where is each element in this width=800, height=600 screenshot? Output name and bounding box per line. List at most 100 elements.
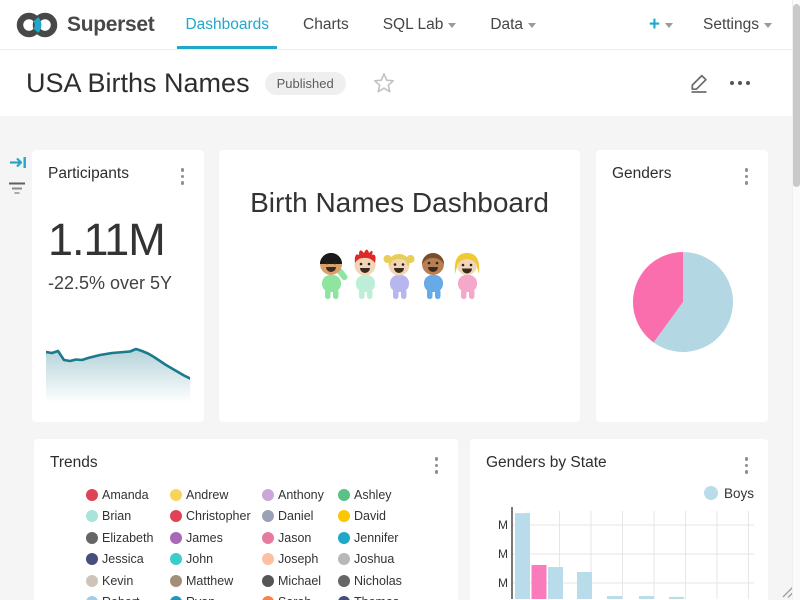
plus-icon: + xyxy=(649,15,660,34)
filter-list-icon xyxy=(8,181,26,196)
legend-item[interactable]: James xyxy=(170,531,262,545)
legend-item[interactable]: Amanda xyxy=(86,488,170,502)
legend-item[interactable]: Sarah xyxy=(262,595,338,600)
edit-dashboard-button[interactable] xyxy=(688,72,710,94)
legend-item[interactable]: Elizabeth xyxy=(86,531,170,545)
caret-down-icon xyxy=(764,23,772,28)
legend-item[interactable]: Christopher xyxy=(170,509,262,523)
card-title: Genders by State xyxy=(486,454,607,472)
legend-dot xyxy=(262,575,274,587)
kebab-menu-icon[interactable] xyxy=(741,454,753,477)
svg-text:3M: 3M xyxy=(498,576,508,590)
legend-label: Andrew xyxy=(186,488,228,502)
legend-dot xyxy=(170,510,182,522)
genders-by-state-bar-chart: 5M 4M 3M xyxy=(498,507,766,599)
infinity-logo-icon xyxy=(14,8,60,42)
superset-logo[interactable]: Superset xyxy=(14,0,154,49)
svg-text:5M: 5M xyxy=(498,518,508,532)
legend-item[interactable]: Ryan xyxy=(170,595,262,600)
kebab-menu-icon[interactable] xyxy=(741,165,753,188)
legend-dot xyxy=(338,532,350,544)
legend-label: Elizabeth xyxy=(102,531,153,545)
legend-item[interactable]: Jessica xyxy=(86,552,170,566)
legend-label: Anthony xyxy=(278,488,324,502)
legend-dot xyxy=(86,596,98,600)
legend-dot xyxy=(338,575,350,587)
nav-right: + Settings xyxy=(649,0,772,49)
card-trends: Trends AmandaAndrewAnthonyAshleyBrianChr… xyxy=(34,439,458,600)
legend-label: Jason xyxy=(278,531,311,545)
published-badge[interactable]: Published xyxy=(265,72,346,95)
legend-item[interactable]: Jennifer xyxy=(338,531,418,545)
legend-item[interactable]: Michael xyxy=(262,574,338,588)
legend-label: Daniel xyxy=(278,509,313,523)
legend-label: Michael xyxy=(278,574,321,588)
genders-pie-chart xyxy=(623,242,743,362)
nav-item-dashboards[interactable]: Dashboards xyxy=(177,0,277,49)
dashboard-header: USA Births Names Published xyxy=(0,50,800,116)
legend-item[interactable]: Thomas xyxy=(338,595,418,600)
legend-item[interactable]: Matthew xyxy=(170,574,262,588)
legend-item[interactable]: Robert xyxy=(86,595,170,600)
children-illustration xyxy=(219,246,580,302)
nav-item-data[interactable]: Data xyxy=(482,0,544,49)
legend-item[interactable]: Daniel xyxy=(262,509,338,523)
kebab-menu-icon[interactable] xyxy=(431,454,443,477)
settings-menu[interactable]: Settings xyxy=(703,16,772,34)
legend-dot xyxy=(262,510,274,522)
card-participants: Participants 1.11M -22.5% over 5Y xyxy=(32,150,204,422)
page-title: USA Births Names xyxy=(26,68,250,99)
legend-dot xyxy=(704,486,718,500)
legend-item[interactable]: John xyxy=(170,552,262,566)
card-title: Genders xyxy=(612,165,671,183)
legend-item[interactable]: David xyxy=(338,509,418,523)
legend-label: Amanda xyxy=(102,488,149,502)
legend-dot xyxy=(86,553,98,565)
legend-dot xyxy=(86,510,98,522)
filter-list-button[interactable] xyxy=(8,181,26,201)
legend-dot xyxy=(170,532,182,544)
legend-dot xyxy=(86,532,98,544)
dashboard-headline: Birth Names Dashboard xyxy=(219,187,580,219)
ellipsis-icon xyxy=(730,81,734,85)
legend-item[interactable]: Ashley xyxy=(338,488,418,502)
legend-label: David xyxy=(354,509,386,523)
nav-menu: Dashboards Charts SQL Lab Data xyxy=(168,0,553,49)
legend-item[interactable]: Brian xyxy=(86,509,170,523)
nav-item-charts[interactable]: Charts xyxy=(295,0,357,49)
legend-label: Joseph xyxy=(278,552,318,566)
legend-label: Thomas xyxy=(354,595,399,600)
caret-down-icon xyxy=(528,23,536,28)
legend-item[interactable]: Joseph xyxy=(262,552,338,566)
legend-dot xyxy=(338,553,350,565)
legend-item[interactable]: Nicholas xyxy=(338,574,418,588)
legend-dot xyxy=(170,489,182,501)
legend-item[interactable]: Kevin xyxy=(86,574,170,588)
legend-item[interactable]: Jason xyxy=(262,531,338,545)
legend-label: Sarah xyxy=(278,595,311,600)
more-actions-button[interactable] xyxy=(730,81,750,85)
svg-text:4M: 4M xyxy=(498,547,508,561)
legend-label: Brian xyxy=(102,509,131,523)
star-icon xyxy=(372,71,396,95)
legend-label: Jessica xyxy=(102,552,144,566)
kebab-menu-icon[interactable] xyxy=(177,165,189,188)
legend-item-boys[interactable]: Boys xyxy=(470,486,768,501)
legend-item[interactable]: Andrew xyxy=(170,488,262,502)
expand-filter-bar-button[interactable] xyxy=(9,154,28,176)
new-item-button[interactable]: + xyxy=(649,15,673,34)
legend-dot xyxy=(170,596,182,600)
edit-pencil-icon xyxy=(688,72,710,94)
nav-item-sql-lab[interactable]: SQL Lab xyxy=(375,0,465,49)
legend-dot xyxy=(262,553,274,565)
legend-dot xyxy=(86,489,98,501)
legend-item[interactable]: Anthony xyxy=(262,488,338,502)
legend-label: John xyxy=(186,552,213,566)
legend-item[interactable]: Joshua xyxy=(338,552,418,566)
scrollbar-thumb[interactable] xyxy=(793,4,800,187)
legend-dot xyxy=(338,489,350,501)
dashboard-grid: Participants 1.11M -22.5% over 5Y Birth … xyxy=(0,116,800,600)
title-actions xyxy=(688,72,774,94)
big-number-value: 1.11M xyxy=(48,214,204,266)
favorite-star-button[interactable] xyxy=(372,71,396,95)
